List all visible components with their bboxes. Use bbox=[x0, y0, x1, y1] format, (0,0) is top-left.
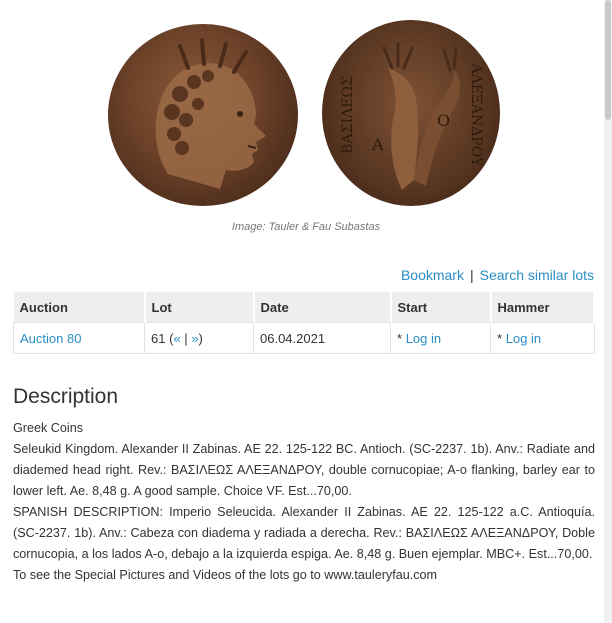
lot-number: 61 bbox=[151, 330, 166, 346]
obverse-portrait-art bbox=[155, 38, 266, 189]
description-spanish: SPANISH DESCRIPTION: Imperio Seleucida. … bbox=[13, 505, 595, 561]
description-english: Seleukid Kingdom. Alexander II Zabinas. … bbox=[13, 442, 595, 498]
description-footer: To see the Special Pictures and Videos o… bbox=[13, 568, 437, 582]
bookmark-link[interactable]: Bookmark bbox=[401, 267, 464, 283]
next-lot-link[interactable]: » bbox=[191, 331, 198, 346]
page-scrollbar[interactable] bbox=[604, 0, 612, 623]
links-separator: | bbox=[469, 267, 474, 283]
hammer-login-link[interactable]: Log in bbox=[506, 331, 541, 346]
coin-image[interactable]: ΒΑΣΙΛΕΩΣ ΑΛΕΞΑΝΔΡΟΥ Α Ο bbox=[100, 18, 510, 213]
start-login-link[interactable]: Log in bbox=[406, 331, 441, 346]
header-start: Start bbox=[390, 292, 492, 323]
cell-start: * Log in bbox=[390, 322, 491, 354]
lot-paren-close: ) bbox=[198, 330, 203, 346]
search-similar-link[interactable]: Search similar lots bbox=[480, 267, 594, 283]
lot-info-table: Auction Lot Date Start Hammer Auction 80… bbox=[13, 292, 595, 354]
description-category: Greek Coins bbox=[13, 421, 83, 435]
start-asterisk: * bbox=[397, 330, 403, 346]
cell-hammer: * Log in bbox=[490, 322, 595, 354]
reverse-legend-left: ΒΑΣΙΛΕΩΣ bbox=[340, 76, 356, 154]
description-heading: Description bbox=[13, 385, 119, 408]
reverse-cornucopiae-art: ΒΑΣΙΛΕΩΣ ΑΛΕΞΑΝΔΡΟΥ Α Ο bbox=[340, 42, 484, 190]
header-hammer: Hammer bbox=[490, 292, 595, 323]
lot-nav-separator: | bbox=[184, 330, 188, 346]
image-caption: Image: Tauler & Fau Subastas bbox=[231, 221, 381, 233]
description-body: Greek Coins Seleukid Kingdom. Alexander … bbox=[13, 418, 595, 586]
table-header-row: Auction Lot Date Start Hammer bbox=[13, 292, 595, 323]
table-row: Auction 80 61 (« | ») 06.04.2021 * Log i… bbox=[13, 322, 595, 354]
scrollbar-thumb[interactable] bbox=[605, 0, 611, 120]
cell-lot: 61 (« | ») bbox=[144, 322, 254, 354]
reverse-monogram-a: Α bbox=[371, 135, 384, 154]
header-lot: Lot bbox=[144, 292, 255, 323]
lot-actions: Bookmark | Search similar lots bbox=[401, 267, 594, 283]
auction-link[interactable]: Auction 80 bbox=[20, 331, 81, 346]
header-auction: Auction bbox=[13, 292, 146, 323]
reverse-monogram-o: Ο bbox=[437, 111, 450, 130]
reverse-legend-right: ΑΛΕΞΑΝΔΡΟΥ bbox=[468, 63, 484, 168]
cell-date: 06.04.2021 bbox=[253, 322, 391, 354]
header-date: Date bbox=[253, 292, 392, 323]
coin-obverse bbox=[108, 24, 298, 206]
cell-auction: Auction 80 bbox=[13, 322, 145, 354]
coin-reverse: ΒΑΣΙΛΕΩΣ ΑΛΕΞΑΝΔΡΟΥ Α Ο bbox=[322, 20, 500, 206]
previous-lot-link[interactable]: « bbox=[173, 331, 180, 346]
hammer-asterisk: * bbox=[497, 330, 503, 346]
